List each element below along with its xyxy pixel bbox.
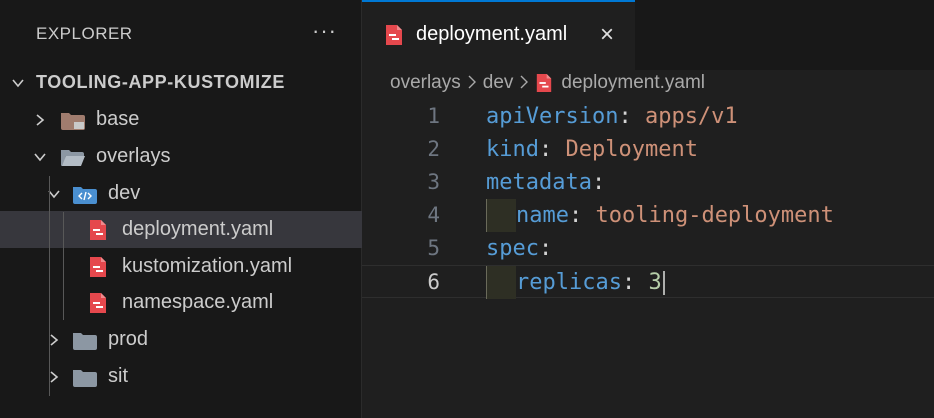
- yaml-key: apiVersion: [486, 104, 619, 129]
- tree-item-sit[interactable]: sit: [0, 358, 362, 395]
- yaml-colon: :: [538, 236, 553, 261]
- yaml-value: 3: [648, 270, 662, 295]
- tab-label: deployment.yaml: [416, 23, 568, 45]
- yaml-colon: :: [618, 104, 632, 129]
- yaml-value: apps/v1: [644, 104, 738, 129]
- folder-open-icon: [60, 138, 86, 175]
- chevron-right-icon: [519, 73, 529, 94]
- yaml-colon: :: [568, 203, 583, 228]
- breadcrumb-item-label: deployment.yaml: [561, 72, 706, 93]
- code-editor[interactable]: 1 apiVersion: apps/v1 2 kind: Deployment…: [362, 100, 934, 418]
- close-icon[interactable]: ×: [600, 22, 614, 48]
- breadcrumb-item-current[interactable]: deployment.yaml: [535, 72, 705, 94]
- breadcrumb: overlays dev deployment.yaml: [390, 70, 705, 96]
- line-number: 5: [427, 236, 440, 260]
- tree-item-dev[interactable]: dev: [0, 175, 362, 212]
- code-line: 2 kind: Deployment: [362, 133, 934, 166]
- tree-item-namespace-yaml[interactable]: namespace.yaml: [0, 284, 362, 321]
- yaml-file-icon: [88, 211, 108, 248]
- yaml-colon: :: [621, 270, 636, 295]
- text-cursor: [662, 271, 665, 295]
- chevron-right-icon: [467, 73, 477, 94]
- explorer-title: EXPLORER: [36, 24, 133, 43]
- tree-root-label: TOOLING-APP-KUSTOMIZE: [36, 72, 285, 92]
- code-line: 3 metadata:: [362, 166, 934, 199]
- more-actions-icon[interactable]: ···: [312, 18, 337, 44]
- tree-item-kustomization-yaml[interactable]: kustomization.yaml: [0, 248, 362, 285]
- indent-guide: [486, 199, 516, 232]
- editor-tab-bar: deployment.yaml ×: [362, 0, 934, 70]
- chevron-down-icon: [10, 64, 26, 101]
- tree-item-deployment-yaml[interactable]: deployment.yaml: [0, 211, 362, 248]
- tree-item-label: dev: [108, 182, 141, 204]
- code-content: replicas: 3: [486, 266, 665, 299]
- yaml-key: replicas: [516, 270, 622, 295]
- yaml-file-icon: [88, 284, 108, 321]
- indent-guide: [49, 176, 50, 396]
- yaml-key: spec: [486, 236, 539, 261]
- code-content: apiVersion: apps/v1: [486, 100, 738, 133]
- breadcrumb-item[interactable]: dev: [483, 72, 514, 94]
- folder-icon: [60, 101, 86, 138]
- tree-item-label: sit: [108, 365, 128, 387]
- yaml-key: kind: [486, 137, 539, 162]
- breadcrumb-item[interactable]: overlays: [390, 72, 461, 94]
- yaml-file-icon: [535, 73, 553, 93]
- code-line: 4 name: tooling-deployment: [362, 199, 934, 232]
- line-number: 3: [427, 170, 440, 194]
- yaml-value: tooling-deployment: [595, 203, 834, 228]
- indent-guide: [486, 266, 516, 299]
- yaml-file-icon: [384, 24, 404, 51]
- yaml-value: Deployment: [565, 137, 698, 162]
- line-number: 6: [427, 270, 440, 294]
- code-content: spec:: [486, 232, 552, 265]
- code-content: kind: Deployment: [486, 133, 698, 166]
- line-number: 2: [427, 137, 440, 161]
- tree-item-overlays[interactable]: overlays: [0, 138, 362, 175]
- tree-item-base[interactable]: base: [0, 101, 362, 138]
- folder-icon: [72, 358, 98, 395]
- line-number: 1: [427, 104, 440, 128]
- tab-deployment-yaml[interactable]: deployment.yaml ×: [362, 0, 635, 70]
- line-number: 4: [427, 203, 440, 227]
- folder-icon: [72, 321, 98, 358]
- chevron-right-icon: [32, 101, 48, 138]
- code-line: 5 spec:: [362, 232, 934, 265]
- tree-root[interactable]: TOOLING-APP-KUSTOMIZE: [0, 64, 362, 101]
- code-content: metadata:: [486, 166, 605, 199]
- tree-item-prod[interactable]: prod: [0, 321, 362, 358]
- yaml-colon: :: [538, 137, 553, 162]
- code-folder-icon: [72, 175, 98, 212]
- yaml-file-icon: [88, 248, 108, 285]
- tree-item-label: base: [96, 108, 140, 130]
- code-line: 1 apiVersion: apps/v1: [362, 100, 934, 133]
- explorer-sidebar: EXPLORER ··· TOOLING-APP-KUSTOMIZE base …: [0, 0, 362, 418]
- tree-item-label: deployment.yaml: [122, 218, 274, 240]
- indent-guide: [63, 212, 64, 320]
- code-line-current: 6 replicas: 3: [362, 265, 934, 299]
- tree-item-label: prod: [108, 328, 149, 350]
- chevron-down-icon: [32, 138, 48, 175]
- yaml-key: name: [516, 203, 569, 228]
- yaml-colon: :: [591, 170, 606, 195]
- tree-item-label: namespace.yaml: [122, 291, 274, 313]
- tree-item-label: overlays: [96, 145, 171, 167]
- tree-item-label: kustomization.yaml: [122, 255, 293, 277]
- yaml-key: metadata: [486, 170, 592, 195]
- code-content: name: tooling-deployment: [486, 199, 834, 232]
